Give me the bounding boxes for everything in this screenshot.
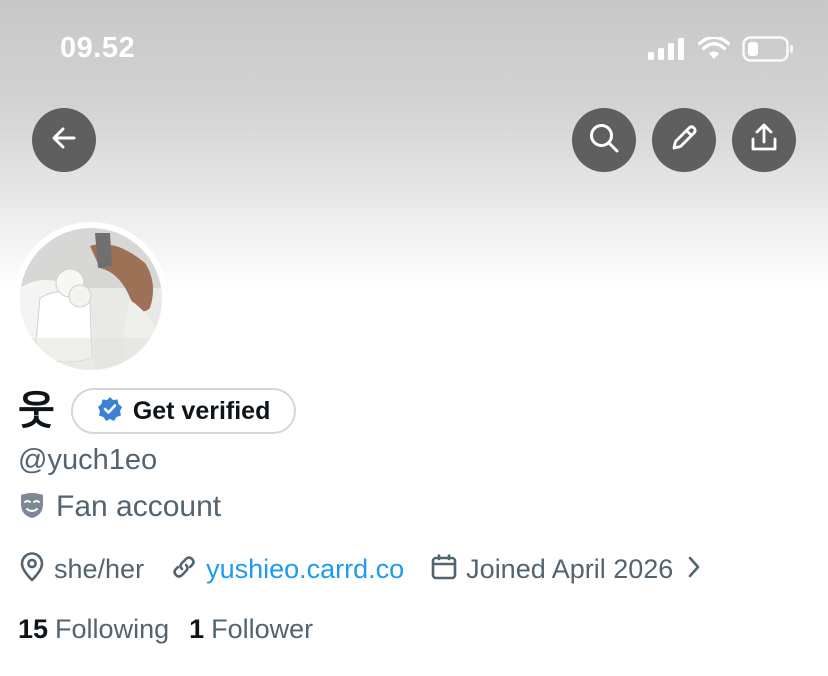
mask-icon bbox=[18, 491, 46, 524]
bio: Fan account bbox=[18, 490, 221, 524]
verified-badge-icon bbox=[97, 396, 123, 427]
link-icon bbox=[170, 553, 198, 586]
search-icon bbox=[588, 122, 620, 159]
joined-item[interactable]: Joined April 2026 bbox=[430, 553, 701, 586]
avatar-frame[interactable] bbox=[14, 222, 168, 376]
user-handle: @yuch1eo bbox=[18, 444, 158, 476]
status-time: 09.52 bbox=[60, 32, 136, 64]
back-button[interactable] bbox=[32, 108, 96, 172]
battery-icon bbox=[742, 36, 794, 67]
share-button[interactable] bbox=[732, 108, 796, 172]
signal-icon bbox=[648, 38, 686, 65]
edit-button[interactable] bbox=[652, 108, 716, 172]
pronouns-text: she/her bbox=[54, 554, 145, 584]
follow-stats: 15 Following 1 Follower bbox=[18, 614, 333, 645]
pronouns-item: she/her bbox=[18, 552, 144, 587]
avatar-photo bbox=[20, 228, 162, 370]
status-bar: 09.52 bbox=[0, 0, 828, 100]
profile-meta: she/her yushieo.carrd.co Joined April 20… bbox=[18, 552, 727, 587]
get-verified-label: Get verified bbox=[132, 396, 271, 425]
joined-text: Joined April 2026 bbox=[466, 554, 674, 584]
following-count[interactable]: 15 bbox=[18, 614, 48, 645]
followers-label[interactable]: Follower bbox=[211, 614, 313, 645]
wifi-icon bbox=[697, 35, 731, 66]
website-link-text[interactable]: yushieo.carrd.co bbox=[206, 554, 404, 585]
bio-text: Fan account bbox=[56, 490, 222, 523]
website-link[interactable]: yushieo.carrd.co bbox=[170, 553, 404, 586]
name-row: 웃 Get verified bbox=[18, 386, 297, 436]
location-pin-icon bbox=[18, 552, 46, 587]
following-label[interactable]: Following bbox=[55, 614, 169, 645]
chevron-right-icon[interactable] bbox=[687, 555, 701, 584]
share-icon bbox=[749, 122, 779, 159]
calendar-icon bbox=[430, 553, 458, 586]
status-icons bbox=[648, 35, 794, 67]
avatar[interactable] bbox=[20, 228, 162, 370]
followers-count[interactable]: 1 bbox=[189, 614, 204, 645]
search-button[interactable] bbox=[572, 108, 636, 172]
display-name: 웃 bbox=[18, 388, 55, 434]
arrow-left-icon bbox=[49, 123, 79, 158]
get-verified-button[interactable]: Get verified bbox=[70, 388, 297, 434]
pencil-icon bbox=[669, 123, 699, 158]
